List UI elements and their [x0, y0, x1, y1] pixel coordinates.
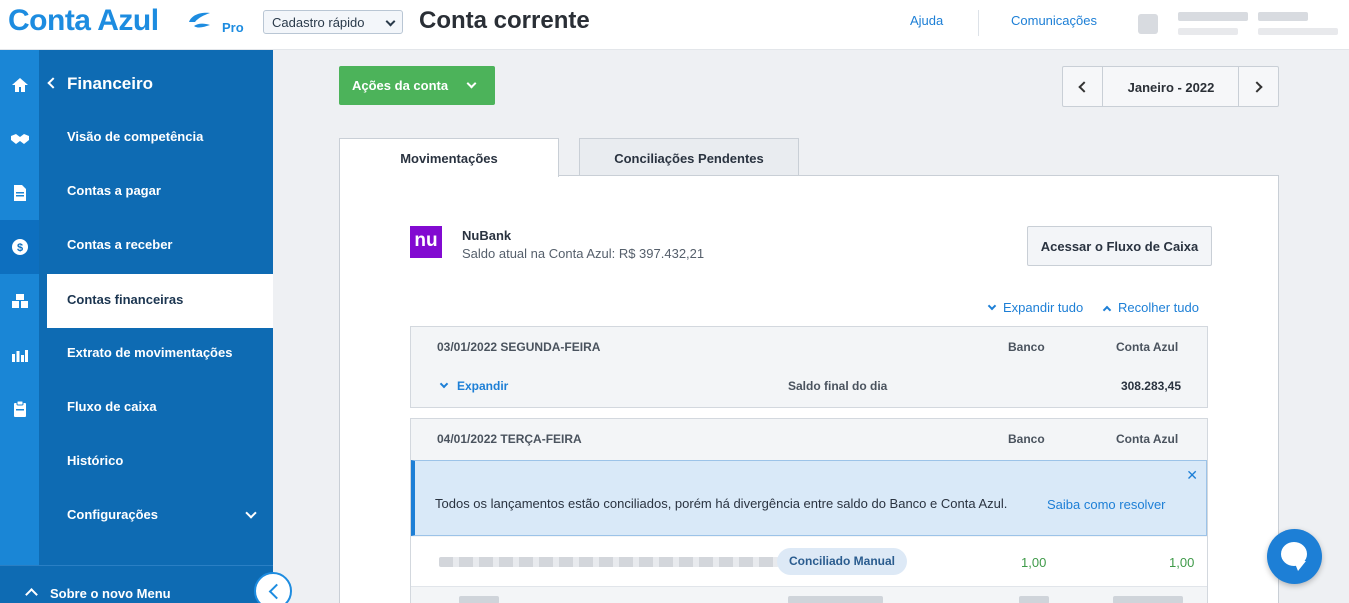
sidebar-item-contas-pagar[interactable]: Contas a pagar [47, 165, 273, 219]
column-bank: Banco [1008, 432, 1045, 446]
next-month-button[interactable] [1238, 67, 1278, 106]
end-balance-value: 308.283,45 [1120, 379, 1181, 393]
sidebar-item-configuracoes[interactable]: Configurações [47, 489, 273, 543]
pro-badge: Pro [222, 20, 244, 35]
day-summary-row-cut [411, 588, 1207, 603]
svg-text:$: $ [16, 242, 22, 254]
communications-link[interactable]: Comunicações [1011, 13, 1097, 28]
clipboard-icon[interactable] [0, 382, 39, 436]
bank-balance: Saldo atual na Conta Azul: R$ 397.432,21 [462, 246, 705, 261]
top-header: Conta Azul Pro Cadastro rápido Conta cor… [0, 0, 1349, 50]
alert-help-link[interactable]: Saiba como resolver [1047, 497, 1166, 512]
quick-register-dropdown[interactable]: Cadastro rápido [263, 10, 403, 34]
cashflow-button[interactable]: Acessar o Fluxo de Caixa [1027, 226, 1212, 266]
expand-all-link[interactable]: Expandir tudo [987, 300, 1084, 315]
alert-message: Todos os lançamentos estão conciliados, … [435, 496, 1008, 511]
sidebar-item-contas-financeiras[interactable]: Contas financeiras [47, 274, 273, 328]
transaction-description-redacted [439, 557, 779, 567]
sidebar-item-contas-receber[interactable]: Contas a receber [47, 219, 273, 273]
day-date: 04/01/2022 TERÇA-FEIRA [437, 432, 582, 446]
page-title: Conta corrente [419, 7, 590, 34]
chart-icon[interactable] [0, 328, 39, 382]
collapse-all-label: Recolher tudo [1118, 300, 1199, 315]
quick-register-label: Cadastro rápido [272, 15, 365, 30]
chat-button[interactable] [1267, 529, 1322, 584]
chevron-down-icon [439, 379, 449, 389]
collapse-sidebar-button[interactable] [254, 572, 292, 603]
expand-day-link[interactable]: Expandir [439, 379, 509, 393]
chevron-up-icon [25, 588, 38, 601]
collapse-all-link[interactable]: Recolher tudo [1102, 300, 1199, 315]
sidebar: Financeiro Visão de competência Contas a… [39, 50, 273, 565]
sidebar-item-extrato[interactable]: Extrato de movimentações [47, 327, 273, 381]
account-actions-button[interactable]: Ações da conta [339, 66, 495, 105]
end-balance-label: Saldo final do dia [788, 379, 888, 393]
bank-value: 1,00 [1021, 555, 1047, 570]
logo-mark-icon [189, 12, 210, 28]
table-row[interactable]: Conciliado Manual 1,00 1,00 [411, 537, 1207, 587]
account-actions-label: Ações da conta [352, 78, 449, 93]
column-conta-azul: Conta Azul [1116, 432, 1179, 446]
chevron-left-icon [47, 77, 59, 89]
close-icon[interactable]: ✕ [1186, 467, 1198, 484]
expand-label: Expandir [457, 379, 509, 393]
sidebar-item-fluxo-caixa[interactable]: Fluxo de caixa [47, 381, 273, 435]
dollar-icon[interactable]: $ [0, 220, 39, 274]
new-menu-bar[interactable]: Sobre o novo Menu [0, 565, 273, 603]
help-link[interactable]: Ajuda [910, 13, 943, 28]
document-icon[interactable] [0, 166, 39, 220]
sidebar-item-visao-competencia[interactable]: Visão de competência [47, 111, 273, 165]
handshake-icon[interactable] [0, 112, 39, 166]
status-badge: Conciliado Manual [777, 548, 908, 575]
bank-name: NuBank [462, 228, 512, 243]
day-date: 03/01/2022 SEGUNDA-FEIRA [437, 340, 601, 354]
chevron-down-icon [987, 301, 997, 311]
chevron-up-icon [1102, 305, 1112, 315]
sidebar-item-label: Configurações [67, 507, 159, 522]
boxes-icon[interactable] [0, 274, 39, 328]
chevron-down-icon [466, 78, 477, 89]
chevron-down-icon [245, 507, 257, 519]
column-conta-azul: Conta Azul [1116, 340, 1179, 354]
day-group: 03/01/2022 SEGUNDA-FEIRA Banco Conta Azu… [410, 326, 1208, 408]
chevron-down-icon [385, 16, 396, 27]
expand-all-label: Expandir tudo [1003, 300, 1084, 315]
sidebar-title: Financeiro [67, 74, 153, 93]
logo-text[interactable]: Conta Azul [8, 4, 159, 38]
sidebar-back-link[interactable]: Financeiro [47, 74, 153, 94]
new-menu-label: Sobre o novo Menu [50, 586, 171, 601]
divergence-alert: Todos os lançamentos estão conciliados, … [411, 460, 1207, 536]
tab-movimentacoes[interactable]: Movimentações [339, 138, 559, 177]
period-navigator: Janeiro - 2022 [1062, 66, 1279, 107]
column-bank: Banco [1008, 340, 1045, 354]
previous-month-button[interactable] [1063, 67, 1103, 106]
user-menu[interactable] [1138, 8, 1343, 38]
home-icon[interactable] [0, 58, 39, 112]
sidebar-item-historico[interactable]: Histórico [47, 435, 273, 489]
nubank-logo: nu [410, 226, 442, 258]
conta-azul-value: 1,00 [1169, 555, 1195, 570]
tab-conciliacoes-pendentes[interactable]: Conciliações Pendentes [579, 138, 799, 176]
header-divider [978, 10, 979, 36]
period-label[interactable]: Janeiro - 2022 [1103, 80, 1239, 95]
icon-rail: $ [0, 50, 39, 603]
